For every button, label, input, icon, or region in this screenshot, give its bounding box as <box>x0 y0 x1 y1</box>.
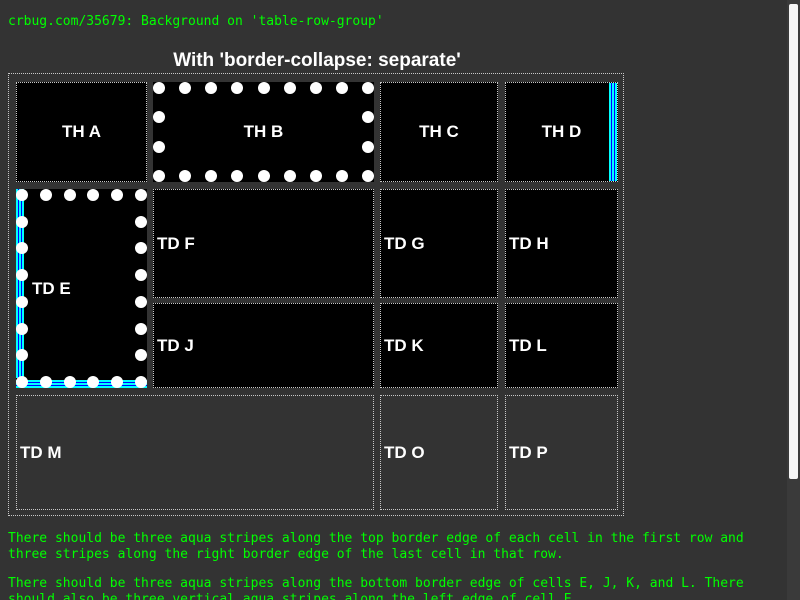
header-cell-d: TH D <box>505 82 618 182</box>
footer-cell-o: TD O <box>380 395 498 510</box>
vertical-scrollbar[interactable] <box>787 0 800 600</box>
body-cell-g: TD G <box>380 189 498 298</box>
body-cell-f: TD F <box>153 189 374 298</box>
body-cell-h: TD H <box>505 189 618 298</box>
header-cell-b-label: TH B <box>243 122 284 141</box>
header-cell-b: TH B <box>153 82 374 182</box>
footer-cell-p: TD P <box>505 395 618 510</box>
instruction-note-1: There should be three aqua stripes along… <box>8 531 744 562</box>
body-cell-e: TD E <box>16 189 147 388</box>
footer-cell-m: TD M <box>16 395 374 510</box>
instruction-note-2: There should be three aqua stripes along… <box>8 576 744 600</box>
body-cell-k: TD K <box>380 303 498 388</box>
cell-e-left-stripes <box>16 189 28 388</box>
body-cell-j: TD J <box>153 303 374 388</box>
body-cell-e-label: TD E <box>32 278 71 298</box>
scrollbar-thumb[interactable] <box>789 4 798 479</box>
cell-e-bottom-stripes <box>16 378 147 388</box>
table-caption: With 'border-collapse: separate' <box>173 50 461 71</box>
bug-link-heading[interactable]: crbug.com/35679: Background on 'table-ro… <box>8 14 384 29</box>
body-cell-l: TD L <box>505 303 618 388</box>
header-cell-a: TH A <box>16 82 147 182</box>
header-cell-c: TH C <box>380 82 498 182</box>
